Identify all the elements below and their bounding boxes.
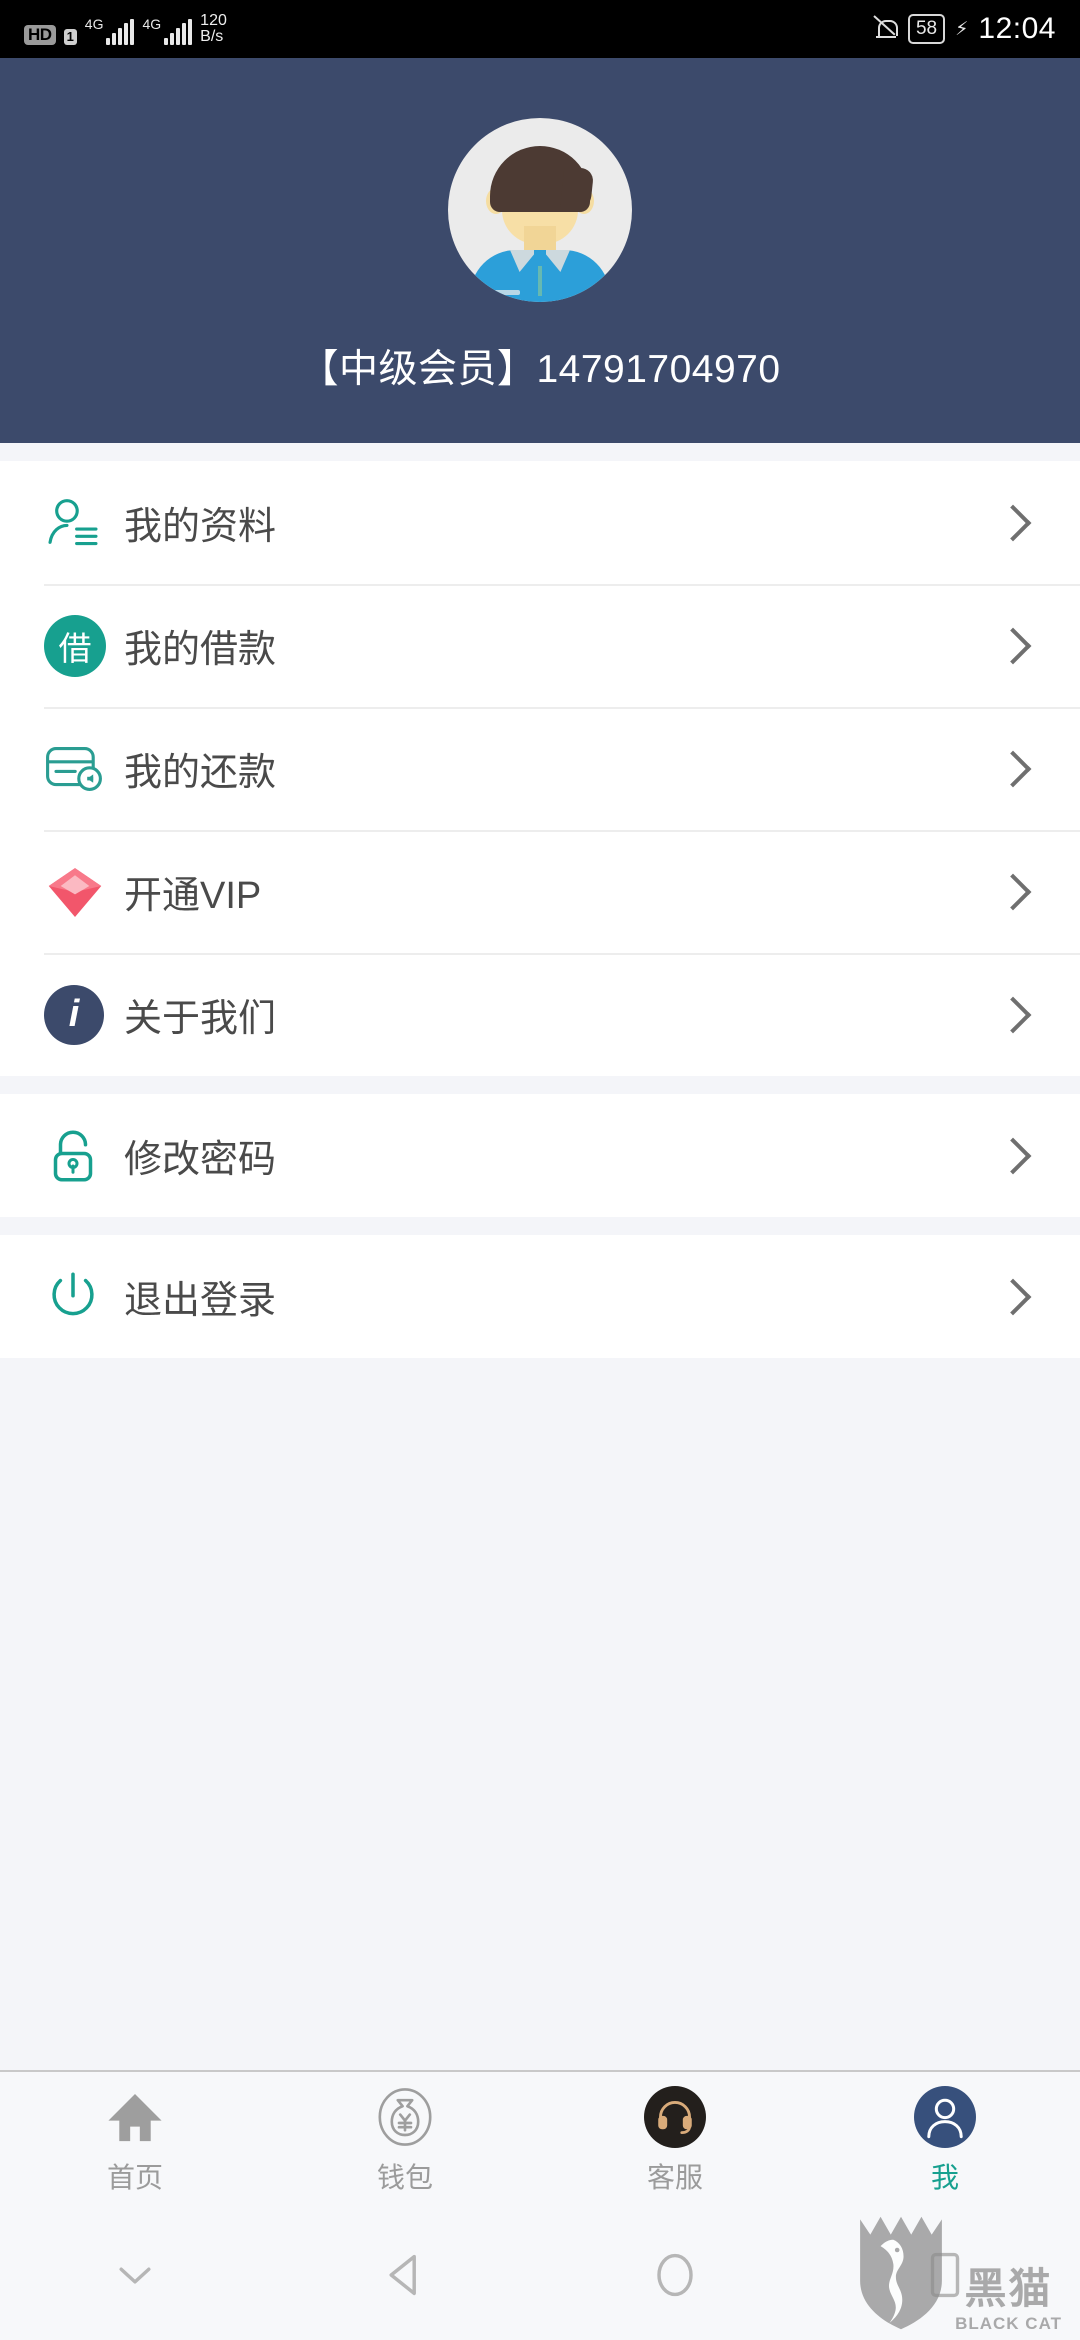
avatar-shirt-pocket bbox=[494, 290, 520, 295]
chevron-right-icon bbox=[994, 873, 1032, 910]
menu-item-label: 关于我们 bbox=[124, 998, 277, 1040]
loan-badge-text: 借 bbox=[44, 614, 106, 677]
black-cat-watermark: 黑猫 BLACK CAT bbox=[855, 2214, 1062, 2332]
home-icon bbox=[106, 2086, 164, 2148]
black-cat-shield-icon bbox=[860, 2216, 942, 2330]
signal-indicator-2: 4G bbox=[142, 16, 193, 45]
chevron-down-icon bbox=[119, 2267, 151, 2284]
menu-item-label: 我的借款 bbox=[124, 629, 277, 671]
status-bar: HD 1 4G 4G 120 B/s 58 ⚡ 12:04 bbox=[0, 0, 1080, 58]
menu-item-activate-vip[interactable]: 开通VIP bbox=[0, 830, 1080, 953]
avatar-hair bbox=[490, 146, 590, 212]
home-circle-icon bbox=[657, 2253, 693, 2297]
headset-glyph bbox=[644, 2086, 706, 2148]
section-gap-4 bbox=[0, 1358, 1080, 1376]
tab-home[interactable]: 首页 bbox=[0, 2086, 270, 2196]
network-type-label-2: 4G bbox=[142, 16, 162, 32]
signal-bars-1 bbox=[106, 19, 135, 45]
tab-label: 客服 bbox=[646, 2162, 703, 2193]
tab-customer-service[interactable]: 客服 bbox=[540, 2086, 810, 2196]
menu-item-change-password[interactable]: 修改密码 bbox=[0, 1094, 1080, 1217]
tab-wallet[interactable]: 钱包 bbox=[270, 2086, 540, 2196]
info-glyph: i bbox=[44, 984, 104, 1045]
watermark-cn-label: 黑猫 bbox=[964, 2265, 1053, 2312]
nav-hide-button[interactable] bbox=[0, 2260, 270, 2290]
tab-label: 首页 bbox=[106, 2162, 163, 2193]
signal-bars-2 bbox=[164, 19, 193, 45]
section-gap-2 bbox=[0, 1076, 1080, 1094]
tab-me[interactable]: 我 bbox=[810, 2086, 1080, 2196]
charging-bolt-icon: ⚡ bbox=[955, 18, 969, 40]
network-type-label-1: 4G bbox=[84, 16, 104, 32]
menu-item-my-repayments[interactable]: 我的还款 bbox=[0, 707, 1080, 830]
menu-group-security: 修改密码 bbox=[0, 1094, 1080, 1217]
signal-indicator-1: 4G bbox=[85, 17, 135, 45]
menu-item-label: 开通VIP bbox=[124, 875, 262, 917]
chevron-right-icon bbox=[994, 504, 1032, 541]
watermark-text: 黑猫 BLACK CAT bbox=[955, 2265, 1062, 2333]
loan-badge-icon: 借 bbox=[44, 614, 114, 677]
chevron-right-icon bbox=[994, 627, 1032, 664]
chevron-right-icon bbox=[994, 750, 1032, 787]
profile-person-icon bbox=[44, 494, 114, 552]
username-label: 【中级会员】14791704970 bbox=[299, 348, 781, 391]
status-bar-right: 58 ⚡ 12:04 bbox=[875, 12, 1056, 46]
menu-item-about-us[interactable]: i 关于我们 bbox=[0, 953, 1080, 1076]
menu-item-label: 修改密码 bbox=[124, 1139, 277, 1181]
status-bar-left: HD 1 4G 4G 120 B/s bbox=[24, 13, 227, 45]
phone-screen: HD 1 4G 4G 120 B/s 58 ⚡ 12:04 【中级会员】1479… bbox=[0, 0, 1080, 2340]
watermark-en-label: BLACK CAT bbox=[955, 2314, 1062, 2333]
hd-icon: HD bbox=[24, 25, 56, 45]
menu-item-label: 我的资料 bbox=[124, 506, 277, 548]
data-speed-unit: B/s bbox=[200, 28, 224, 45]
bell-muted-icon bbox=[875, 16, 898, 42]
menu-group-primary: 我的资料 借 我的借款 我的还款 开通VIP i 关于我们 bbox=[0, 461, 1080, 1076]
nav-home-button[interactable] bbox=[540, 2251, 810, 2299]
menu-group-session: 退出登录 bbox=[0, 1235, 1080, 1358]
menu-item-my-profile[interactable]: 我的资料 bbox=[0, 461, 1080, 584]
menu-item-logout[interactable]: 退出登录 bbox=[0, 1235, 1080, 1358]
me-person-icon bbox=[914, 2086, 976, 2148]
wallet-money-bag-icon bbox=[377, 2086, 433, 2148]
user-avatar-illustration[interactable] bbox=[448, 118, 632, 302]
avatar-shirt-placket bbox=[538, 266, 542, 296]
section-gap-3 bbox=[0, 1217, 1080, 1235]
data-speed-indicator: 120 B/s bbox=[200, 13, 227, 45]
section-gap-1 bbox=[0, 443, 1080, 461]
profile-header: 【中级会员】14791704970 bbox=[0, 58, 1080, 443]
tab-label: 我 bbox=[930, 2162, 959, 2193]
chevron-right-icon bbox=[994, 996, 1032, 1033]
nav-back-button[interactable] bbox=[270, 2252, 540, 2298]
menu-item-my-loans[interactable]: 借 我的借款 bbox=[0, 584, 1080, 707]
tab-label: 钱包 bbox=[376, 2162, 433, 2193]
status-bar-clock: 12:04 bbox=[978, 12, 1056, 45]
menu-item-label: 我的还款 bbox=[124, 752, 277, 794]
bottom-tab-bar: 首页 钱包 客服 我 bbox=[0, 2070, 1080, 2210]
vip-diamond-icon bbox=[44, 863, 114, 921]
chevron-right-icon bbox=[994, 1278, 1032, 1315]
back-triangle-icon bbox=[389, 2254, 416, 2296]
chevron-right-icon bbox=[994, 1137, 1032, 1174]
power-icon bbox=[44, 1268, 114, 1326]
data-speed-value: 120 bbox=[200, 12, 227, 29]
info-circle-icon: i bbox=[44, 984, 114, 1045]
battery-icon: 58 bbox=[907, 14, 946, 44]
sim-card-icon: 1 bbox=[63, 28, 77, 45]
lock-icon bbox=[44, 1126, 114, 1186]
repayment-card-icon bbox=[44, 740, 114, 798]
menu-item-label: 退出登录 bbox=[124, 1280, 277, 1322]
customer-service-headset-icon bbox=[644, 2086, 706, 2148]
person-glyph bbox=[914, 2086, 976, 2148]
